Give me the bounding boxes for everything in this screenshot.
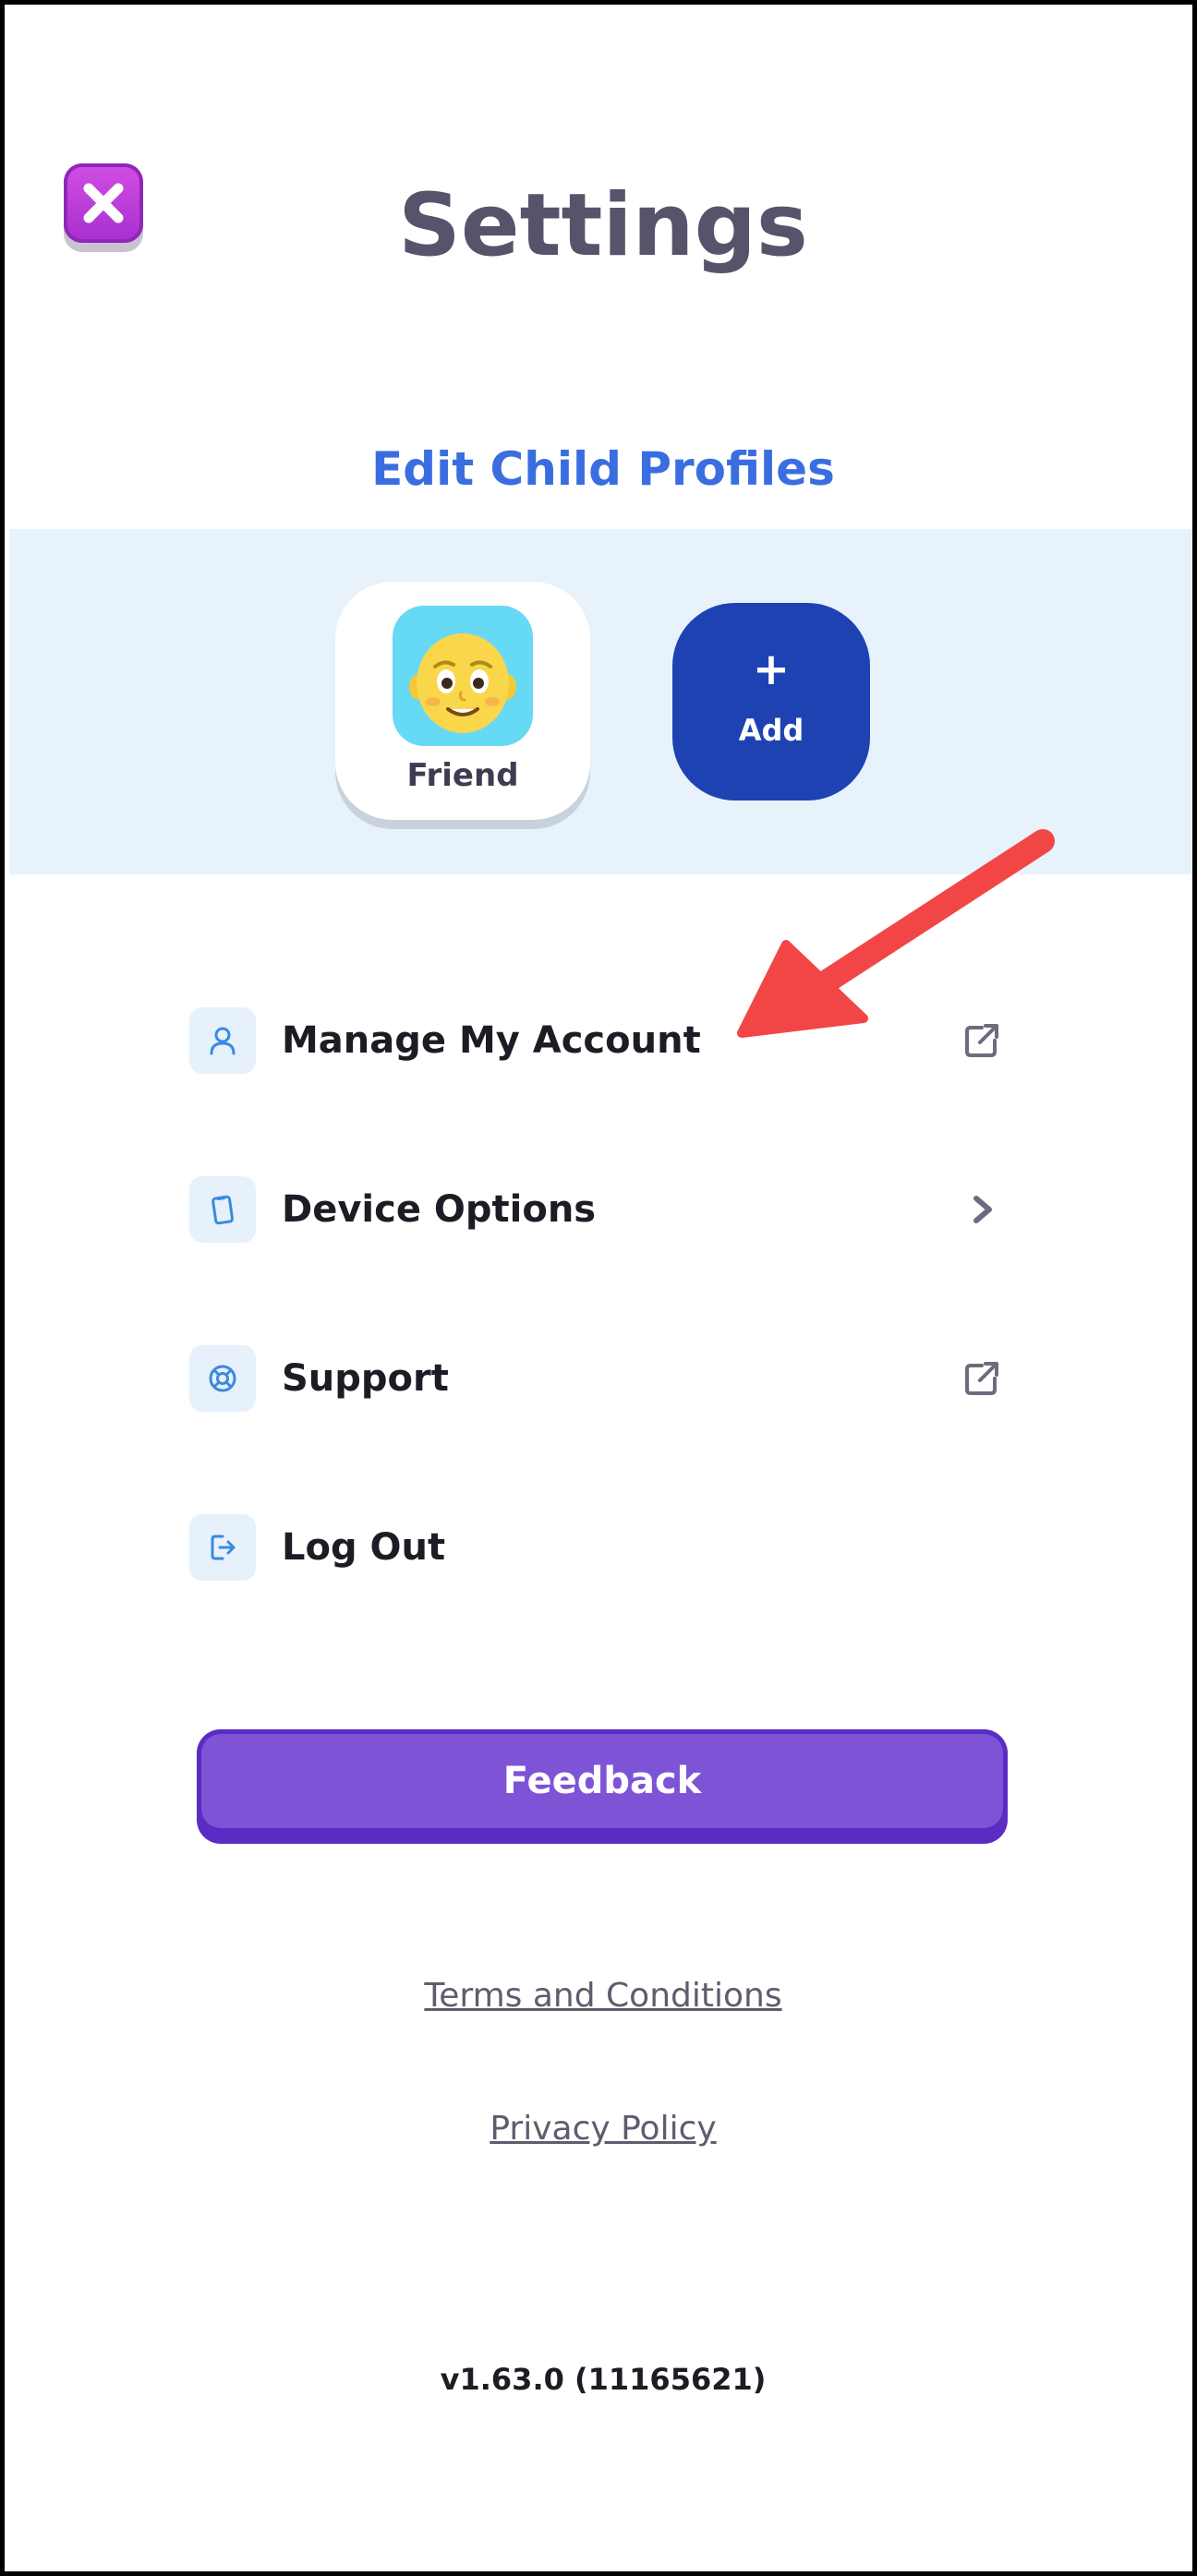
add-profile-button[interactable]: + Add <box>672 603 870 800</box>
plus-icon: + <box>752 644 791 695</box>
edit-child-profiles-link[interactable]: Edit Child Profiles <box>5 439 1192 500</box>
version-label: v1.63.0 (11165621) <box>440 2362 767 2397</box>
feedback-button[interactable]: Feedback <box>197 1729 1008 1844</box>
menu-item-label: Support <box>282 1357 449 1400</box>
menu-item-label: Device Options <box>282 1188 597 1231</box>
menu-item-label: Manage My Account <box>282 1019 701 1062</box>
avatar <box>393 606 533 746</box>
settings-screen: Settings Edit Child Profiles Friend + Ad… <box>0 0 1197 2576</box>
external-link-icon <box>960 1018 1004 1063</box>
profile-card-face: Friend <box>335 582 590 820</box>
external-link-icon <box>960 1356 1004 1401</box>
cartoon-face-avatar-icon <box>409 633 516 733</box>
feedback-label: Feedback <box>502 1760 702 1802</box>
device-icon <box>189 1176 256 1243</box>
menu-item-support[interactable]: Support <box>186 1342 1017 1415</box>
profiles-band <box>9 529 1192 874</box>
lifebuoy-icon <box>189 1345 256 1412</box>
page-title: Settings <box>398 175 808 276</box>
feedback-button-face: Feedback <box>197 1729 1008 1833</box>
profile-name: Friend <box>406 757 519 794</box>
annotation-arrow-icon <box>737 829 1055 1038</box>
logout-icon <box>189 1514 256 1581</box>
menu-item-device-options[interactable]: Device Options <box>186 1173 1017 1246</box>
user-icon <box>189 1007 256 1074</box>
add-profile-label: Add <box>738 713 804 748</box>
menu-item-label: Log Out <box>282 1526 446 1569</box>
chevron-right-icon <box>960 1187 1004 1232</box>
privacy-link[interactable]: Privacy Policy <box>5 2106 1192 2152</box>
terms-link[interactable]: Terms and Conditions <box>5 1973 1192 2019</box>
menu-item-manage-account[interactable]: Manage My Account <box>186 1004 1017 1077</box>
profile-card-friend[interactable]: Friend <box>335 582 590 829</box>
menu-item-log-out[interactable]: Log Out <box>186 1511 1017 1584</box>
